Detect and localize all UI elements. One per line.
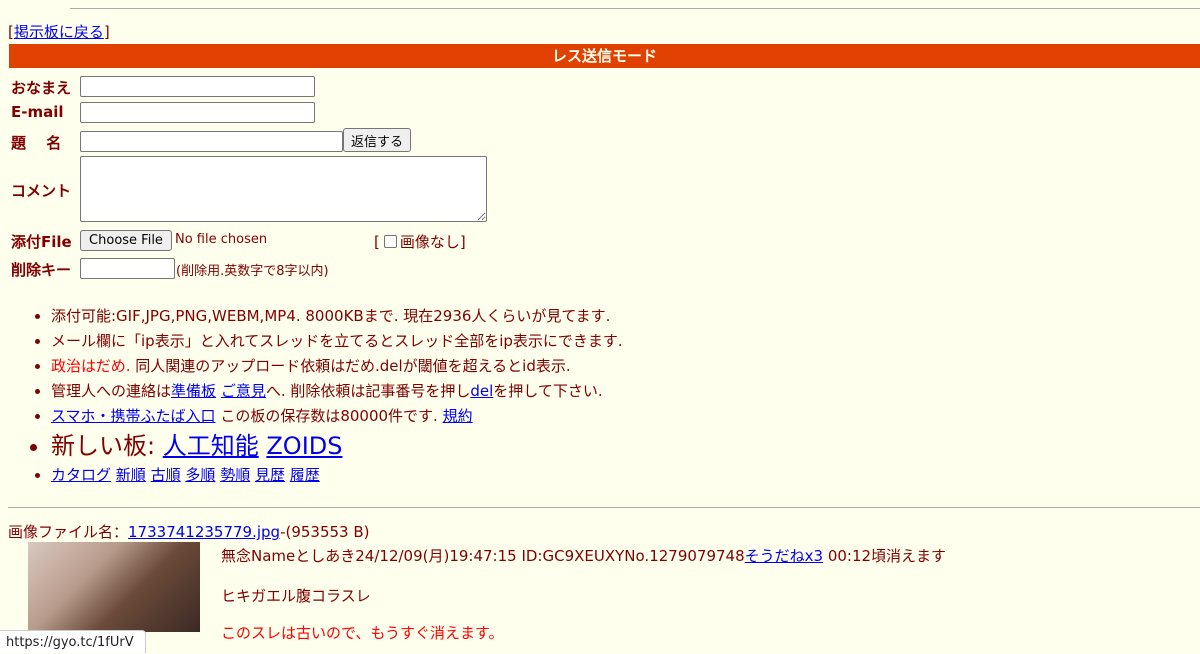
viewed-history-link[interactable]: 見歴 (255, 466, 285, 484)
post-body: ヒキガエル腹コラスレ (221, 587, 371, 605)
post-thumbnail[interactable] (28, 542, 200, 632)
ai-board-link[interactable]: 人工知能 (163, 432, 259, 460)
file-status-text: No file chosen (175, 232, 268, 247)
file-label: 添付File (11, 233, 72, 251)
zoids-board-link[interactable]: ZOIDS (266, 432, 342, 460)
browser-status-url: https://gyo.tc/1fUrV (0, 630, 146, 653)
subject-input[interactable] (80, 131, 343, 152)
sort-newest-link[interactable]: 新順 (116, 466, 146, 484)
sort-oldest-link[interactable]: 古順 (151, 466, 181, 484)
board-notes-list: 添付可能:GIF,JPG,PNG,WEBM,MP4. 8000KBまで. 現在2… (30, 304, 1051, 488)
post-file-line: 画像ファイル名：1733741235779.jpg-(953553 B) (8, 523, 370, 541)
history-link[interactable]: 履歴 (290, 466, 320, 484)
reply-mode-banner: レス送信モード (9, 44, 1200, 68)
top-divider (70, 8, 1200, 9)
no-image-option: [ 画像なし] (374, 232, 466, 252)
comment-label: コメント (11, 182, 72, 200)
delete-key-note: (削除用.英数字で8字以内) (176, 264, 329, 279)
comment-textarea[interactable] (80, 156, 487, 222)
choose-file-button[interactable]: Choose File (80, 230, 172, 251)
email-input[interactable] (80, 102, 315, 123)
post-header: 無念Nameとしあき24/12/09(月)19:47:15 ID:GC9XEUX… (221, 547, 947, 565)
name-input[interactable] (80, 76, 315, 97)
delete-key-label: 削除キー (11, 261, 72, 279)
note-ip-display: メール欄に「ip表示」と入れてスレッドを立てるとスレッド全部をip表示にできます… (51, 329, 1051, 354)
email-label: E-mail (11, 103, 64, 121)
note-mobile: スマホ・携帯ふたば入口 この板の保存数は80000件です. 規約 (51, 404, 1051, 429)
catalog-link[interactable]: カタログ (51, 466, 111, 484)
sort-most-link[interactable]: 多順 (185, 466, 215, 484)
post-expire-warning: このスレは古いので、もうすぐ消えます。 (221, 624, 504, 642)
back-to-board-link[interactable]: 掲示板に戻る (14, 23, 104, 41)
terms-link[interactable]: 規約 (443, 407, 473, 425)
note-new-boards: 新しい板: 人工知能 ZOIDS (51, 429, 1051, 463)
delete-key-input[interactable] (80, 258, 175, 279)
name-label: おなまえ (11, 79, 72, 97)
note-contact: 管理人への連絡は準備板 ご意見へ. 削除依頼は記事番号を押しdelを押して下さい… (51, 379, 1051, 404)
note-rules: 政治はだめ. 同人関連のアップロード依頼はだめ.delが閾値を超えるとid表示. (51, 354, 1051, 379)
post-file-link[interactable]: 1733741235779.jpg (128, 523, 280, 541)
soudane-link[interactable]: そうだねx3 (745, 547, 823, 565)
mobile-entrance-link[interactable]: スマホ・携帯ふたば入口 (51, 407, 216, 425)
back-nav: [掲示板に戻る] (8, 23, 110, 41)
feedback-link[interactable]: ご意見 (221, 382, 266, 400)
sort-momentum-link[interactable]: 勢順 (220, 466, 250, 484)
submit-reply-button[interactable]: 返信する (343, 128, 411, 152)
note-catalog-links: カタログ 新順 古順 多順 勢順 見歴 履歴 (51, 463, 1051, 488)
no-image-checkbox[interactable] (383, 235, 397, 248)
prep-board-link[interactable]: 準備板 (171, 382, 216, 400)
mid-divider (8, 507, 1200, 508)
del-link[interactable]: del (470, 382, 493, 400)
note-upload-limits: 添付可能:GIF,JPG,PNG,WEBM,MP4. 8000KBまで. 現在2… (51, 304, 1051, 329)
subject-label: 題 名 (11, 134, 62, 152)
